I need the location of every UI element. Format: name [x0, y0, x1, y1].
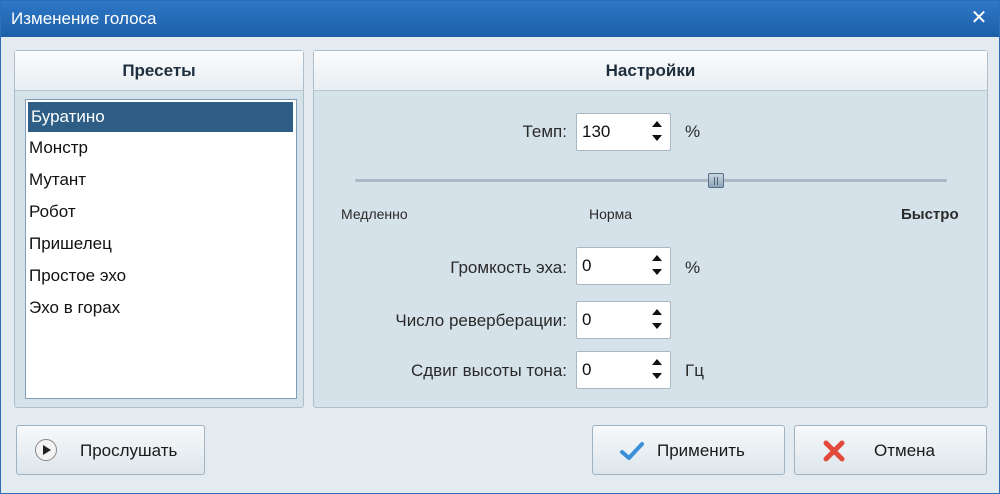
listen-button-label: Прослушать: [80, 441, 178, 460]
stepper-arrows[interactable]: [650, 251, 664, 281]
arrow-down-icon[interactable]: [652, 373, 662, 379]
presets-panel: Пресеты Буратино Монстр Мутант Робот При…: [14, 50, 304, 408]
tempo-label: Темп:: [522, 122, 567, 141]
listen-button[interactable]: Прослушать: [16, 425, 205, 475]
window-title: Изменение голоса: [11, 9, 157, 28]
echo-volume-label: Громкость эха:: [450, 258, 567, 277]
checkmark-icon: [620, 442, 644, 460]
slider-mid-label: Норма: [589, 206, 633, 222]
preset-list[interactable]: Буратино Монстр Мутант Робот Пришелец Пр…: [25, 99, 297, 399]
preset-item-simple-echo[interactable]: Простое эхо: [26, 260, 296, 292]
pitch-shift-unit: Гц: [685, 361, 704, 380]
voice-change-dialog: Изменение голоса ✕ Пресеты Буратино Монс…: [0, 0, 1000, 494]
preset-item-alien[interactable]: Пришелец: [26, 228, 296, 260]
title-bar[interactable]: Изменение голоса ✕: [1, 1, 999, 37]
slider-min-label: Медленно: [341, 206, 408, 222]
apply-button[interactable]: Применить: [592, 425, 785, 475]
cancel-button[interactable]: Отмена: [794, 425, 987, 475]
apply-button-label: Применить: [657, 441, 745, 460]
tempo-unit: %: [685, 122, 701, 141]
reverb-count-value: 0: [582, 310, 592, 329]
close-icon[interactable]: ✕: [967, 6, 991, 30]
arrow-up-icon[interactable]: [652, 309, 662, 315]
arrow-down-icon[interactable]: [652, 135, 662, 141]
preset-item-buratino[interactable]: Буратино: [28, 102, 293, 132]
pitch-shift-value: 0: [582, 360, 592, 379]
arrow-up-icon[interactable]: [652, 255, 662, 261]
tempo-value: 130: [582, 122, 611, 141]
arrow-up-icon[interactable]: [652, 359, 662, 365]
stepper-arrows[interactable]: [650, 305, 664, 335]
echo-volume-unit: %: [685, 258, 701, 277]
tempo-slider-track[interactable]: [355, 179, 947, 182]
stepper-arrows[interactable]: [650, 117, 664, 147]
tempo-slider-thumb[interactable]: [708, 173, 724, 188]
tempo-stepper[interactable]: 130: [576, 113, 671, 151]
slider-max-label: Быстро: [901, 206, 959, 223]
settings-header: Настройки: [314, 51, 987, 91]
pitch-shift-label: Сдвиг высоты тона:: [410, 361, 567, 380]
preset-item-monster[interactable]: Монстр: [26, 132, 296, 164]
play-icon: [35, 439, 57, 461]
preset-item-robot[interactable]: Робот: [26, 196, 296, 228]
echo-volume-value: 0: [582, 256, 592, 275]
presets-header: Пресеты: [15, 51, 303, 91]
stepper-arrows[interactable]: [650, 355, 664, 385]
arrow-down-icon[interactable]: [652, 323, 662, 329]
preset-item-mountain-echo[interactable]: Эхо в горах: [26, 292, 296, 324]
arrow-up-icon[interactable]: [652, 121, 662, 127]
echo-volume-stepper[interactable]: 0: [576, 247, 671, 285]
preset-item-mutant[interactable]: Мутант: [26, 164, 296, 196]
cancel-button-label: Отмена: [874, 441, 935, 460]
reverb-count-stepper[interactable]: 0: [576, 301, 671, 339]
arrow-down-icon[interactable]: [652, 269, 662, 275]
close-x-icon: [823, 440, 845, 462]
reverb-count-label: Число реверберации:: [395, 311, 567, 330]
pitch-shift-stepper[interactable]: 0: [576, 351, 671, 389]
